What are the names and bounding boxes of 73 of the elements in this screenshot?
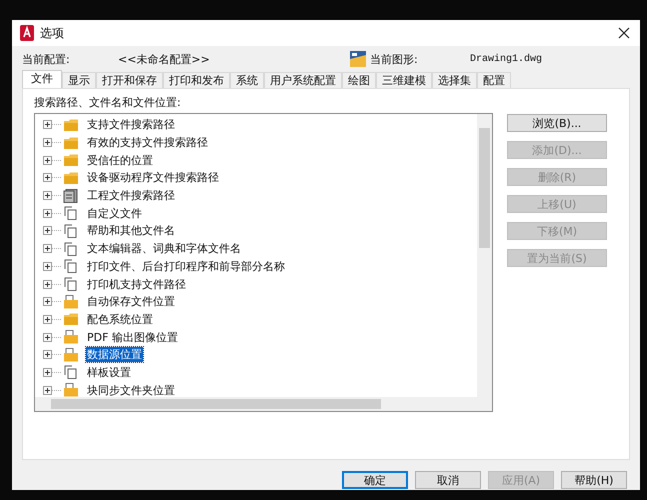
tree-item[interactable]: 打印文件、后台打印程序和前导部分名称: [86, 258, 286, 274]
tree-item[interactable]: 样板设置: [86, 364, 132, 380]
expand-icon[interactable]: [43, 173, 61, 182]
copy-icon: [63, 242, 79, 256]
tree-item[interactable]: 块同步文件夹位置: [86, 382, 176, 397]
tree-item[interactable]: 数据源位置: [86, 347, 143, 362]
tab[interactable]: 打印和发布: [163, 72, 230, 88]
expand-icon[interactable]: [43, 208, 61, 218]
tree-item[interactable]: 自动保存文件位置: [86, 294, 176, 310]
expand-icon[interactable]: [43, 314, 61, 324]
folder-icon: [63, 348, 79, 362]
tree-item[interactable]: 帮助和其他文件名: [86, 223, 176, 238]
folder-icon: [63, 170, 79, 185]
tree-item[interactable]: 有效的支持文件搜索路径: [86, 135, 209, 150]
expand-icon[interactable]: [43, 226, 61, 236]
tree-item[interactable]: 文本编辑器、词典和字体文件名: [86, 241, 242, 256]
tab[interactable]: 显示: [62, 72, 96, 88]
tab[interactable]: 绘图: [342, 72, 376, 88]
folder-icon: [63, 153, 79, 168]
profile-label: 当前配置:: [22, 52, 71, 66]
drawing-icon: [350, 51, 366, 67]
expand-icon[interactable]: [43, 350, 61, 360]
expand-icon[interactable]: [43, 156, 61, 165]
copy-icon: [63, 259, 79, 274]
tree-item[interactable]: 工程文件搜索路径: [86, 188, 176, 204]
tree-item[interactable]: 配色系统位置: [86, 312, 154, 327]
tree-item[interactable]: PDF 输出图像位置: [86, 330, 179, 345]
tree-item[interactable]: 自定义文件: [86, 206, 143, 221]
action-button[interactable]: 浏览(B)...: [507, 114, 607, 132]
tree-item[interactable]: 设备驱动程序文件搜索路径: [86, 170, 220, 186]
window-title: 选项: [40, 24, 64, 42]
app-logo-icon: [20, 25, 34, 41]
profile-name: <<未命名配置>>: [118, 52, 211, 66]
expand-icon[interactable]: [43, 386, 61, 395]
tab[interactable]: 文件: [22, 70, 62, 88]
dialog-button[interactable]: 取消: [415, 471, 481, 489]
close-icon[interactable]: [618, 27, 630, 39]
document-stack-icon: [63, 188, 79, 203]
expand-icon[interactable]: [43, 280, 61, 289]
expand-icon[interactable]: [43, 138, 61, 148]
horizontal-scrollbar[interactable]: [35, 397, 492, 411]
expand-icon[interactable]: [43, 332, 61, 342]
tree-item[interactable]: 打印机支持文件路径: [86, 276, 187, 292]
tab[interactable]: 用户系统配置: [264, 72, 342, 88]
drawing-label: 当前图形:: [370, 52, 419, 66]
copy-icon: [63, 206, 79, 220]
dialog-button[interactable]: 帮助(H): [561, 471, 627, 489]
copy-icon: [63, 224, 79, 238]
expand-icon[interactable]: [43, 244, 61, 254]
tab[interactable]: 打开和保存: [96, 72, 163, 88]
vertical-scrollbar[interactable]: [477, 114, 492, 397]
folder-icon: [63, 294, 79, 309]
expand-icon[interactable]: [43, 297, 61, 306]
expand-icon[interactable]: [43, 120, 61, 130]
folder-icon: [63, 312, 79, 326]
dialog-button[interactable]: 确定: [342, 471, 408, 489]
tab[interactable]: 选择集: [432, 72, 477, 88]
drawing-name: Drawing1.dwg: [470, 54, 542, 64]
tree-item[interactable]: 支持文件搜索路径: [86, 117, 176, 132]
folder-icon: [63, 118, 79, 132]
tree-item[interactable]: 受信任的位置: [86, 152, 154, 168]
expand-icon[interactable]: [43, 262, 61, 271]
tab[interactable]: 三维建模: [376, 72, 432, 88]
expand-icon[interactable]: [43, 191, 61, 200]
copy-icon: [63, 277, 79, 292]
folder-icon: [63, 330, 79, 344]
tree-label: 搜索路径、文件名和文件位置:: [34, 95, 182, 111]
expand-icon[interactable]: [43, 368, 61, 377]
tab[interactable]: 配置: [477, 72, 511, 88]
folder-icon: [63, 136, 79, 150]
copy-icon: [63, 365, 79, 380]
tab[interactable]: 系统: [230, 72, 264, 88]
folder-icon: [63, 383, 79, 397]
